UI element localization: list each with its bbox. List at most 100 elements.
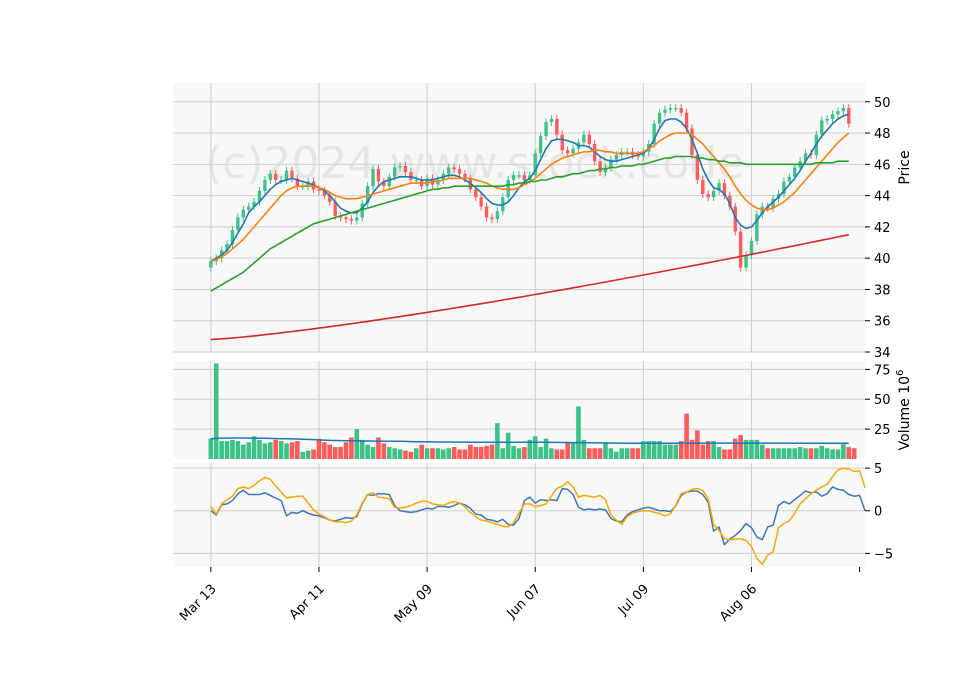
- candle-body: [841, 108, 846, 112]
- x-tick-label: Jun 07: [504, 582, 544, 622]
- candle-body: [587, 134, 591, 144]
- volume-bar: [592, 448, 597, 459]
- candle-body: [376, 169, 381, 182]
- volume-bar: [716, 447, 722, 459]
- volume-bar: [370, 447, 376, 459]
- volume-bar: [851, 448, 857, 459]
- volume-bar: [684, 413, 689, 459]
- candle-body: [555, 118, 559, 135]
- candle-body: [701, 179, 705, 195]
- candle-body: [268, 173, 272, 180]
- candle-body: [663, 109, 667, 113]
- volume-bar: [484, 445, 489, 459]
- volume-bar: [770, 448, 776, 459]
- volume-bar: [668, 444, 673, 459]
- candle-body: [511, 175, 516, 180]
- volume-bar: [365, 444, 370, 459]
- volume-bar: [630, 448, 635, 459]
- volume-bar: [673, 444, 679, 459]
- volume-bar: [419, 444, 424, 459]
- candle-body: [598, 161, 602, 173]
- candle-body: [495, 211, 500, 220]
- volume-bar: [797, 447, 803, 459]
- volume-bar: [435, 448, 441, 459]
- candle-body: [479, 197, 483, 207]
- volume-bar: [213, 363, 219, 459]
- candle-body: [674, 108, 678, 110]
- volume-bar: [511, 445, 516, 459]
- volume-bar: [792, 448, 798, 459]
- y-tick-label: 34: [874, 346, 891, 361]
- candle-body: [484, 206, 489, 218]
- volume-bar: [289, 442, 295, 459]
- volume-bar: [240, 444, 246, 459]
- candle-body: [355, 217, 359, 221]
- x-tick-label: Apr 11: [287, 582, 328, 623]
- candle-body: [209, 261, 213, 268]
- volume-bar: [284, 443, 289, 459]
- volume-bar: [295, 441, 300, 459]
- volume-bar: [803, 448, 808, 459]
- candle-body: [744, 255, 748, 268]
- x-tick-label: May 09: [392, 582, 436, 626]
- volume-bar: [781, 448, 787, 459]
- volume-bar: [619, 448, 625, 459]
- volume-bar: [208, 438, 214, 459]
- volume-bar: [338, 447, 343, 459]
- volume-axis-exponent: 6: [895, 370, 906, 376]
- candle-body: [290, 170, 294, 179]
- volume-axis-title-text: Volume 10: [897, 376, 913, 450]
- y-tick-label: 50: [874, 393, 891, 408]
- candle-body: [241, 209, 245, 218]
- volume-bar: [322, 442, 327, 459]
- volume-bar: [246, 442, 251, 459]
- candle-body: [284, 170, 289, 180]
- volume-bar: [738, 435, 743, 459]
- volume-bar: [722, 449, 727, 459]
- watermark-text: (c)2024 www.stock.code: [205, 138, 744, 189]
- volume-bar: [695, 430, 700, 459]
- y-tick-label: 75: [874, 363, 891, 378]
- candle-body: [582, 134, 586, 143]
- y-tick-label: 48: [874, 127, 891, 142]
- oscillator-panel: [173, 463, 865, 567]
- candle-body: [274, 173, 278, 180]
- volume-bar: [608, 448, 614, 459]
- volume-bar: [538, 447, 543, 459]
- volume-bar: [495, 423, 500, 459]
- volume-axis-title: Volume 106: [895, 370, 913, 451]
- candle-body: [544, 122, 548, 137]
- volume-bar: [386, 447, 392, 459]
- candle-body: [820, 120, 824, 135]
- candle-body: [349, 219, 354, 221]
- x-tick-label: Jul 09: [615, 582, 652, 619]
- candle-body: [344, 217, 348, 220]
- volume-bar: [235, 441, 241, 459]
- volume-bar: [765, 448, 770, 459]
- candle-body: [825, 118, 829, 121]
- volume-bar: [759, 444, 765, 459]
- volume-bar: [614, 451, 619, 459]
- volume-bar: [305, 450, 311, 459]
- volume-bar: [403, 450, 408, 459]
- volume-bar: [332, 447, 338, 459]
- candle-body: [447, 167, 451, 174]
- volume-bar: [570, 442, 576, 459]
- volume-bar: [549, 448, 554, 459]
- volume-bar: [565, 442, 570, 459]
- volume-bar: [522, 447, 527, 459]
- y-tick-label: 50: [874, 96, 891, 111]
- candle-body: [711, 190, 716, 198]
- volume-bar: [230, 439, 235, 459]
- volume-bar: [819, 445, 825, 459]
- chart-canvas: (c)2024 www.stock.code Mar 13 Apr 11 May 0…: [173, 83, 913, 626]
- candle-body: [679, 108, 683, 113]
- volume-bar: [576, 406, 581, 459]
- candle-body: [522, 175, 527, 180]
- candle-body: [457, 169, 462, 174]
- candle-body: [414, 179, 418, 182]
- candle-body: [614, 154, 618, 160]
- volume-bar: [278, 441, 284, 459]
- candle-body: [738, 231, 743, 268]
- volume-bar: [727, 449, 733, 459]
